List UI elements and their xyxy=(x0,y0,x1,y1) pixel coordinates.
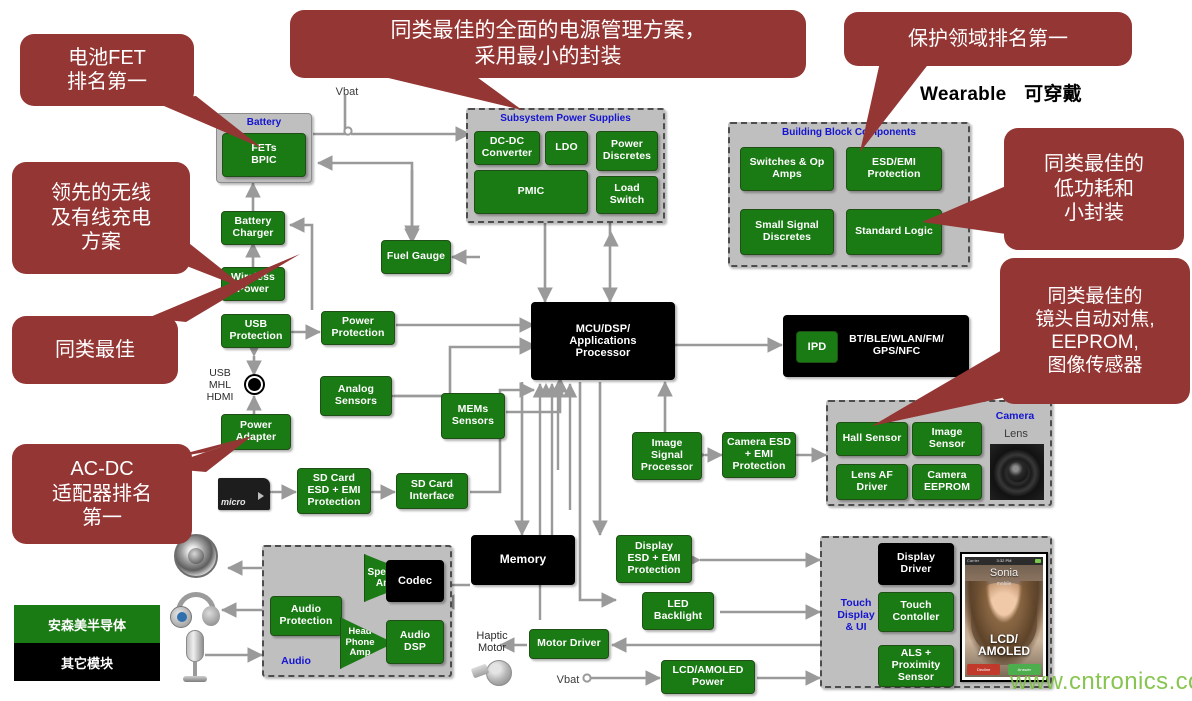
callout-power-management: 同类最佳的全面的电源管理方案， 采用最小的封装 xyxy=(290,10,806,78)
callout-camera: 同类最佳的 镜头自动对焦, EEPROM, 图像传感器 xyxy=(1000,258,1190,404)
header-title-zh: 可穿戴 xyxy=(1024,84,1083,105)
watermark: www.cntronics.com xyxy=(1010,668,1192,695)
callout-best-in-class: 同类最佳 xyxy=(12,316,178,384)
callout-charging: 领先的无线 及有线充电 方案 xyxy=(12,162,190,274)
diagram-canvas: Battery FETs BPIC Battery Charger Wirele… xyxy=(0,0,1192,701)
header-title: Wearable 可穿戴 xyxy=(920,79,1082,106)
header-title-en: Wearable xyxy=(920,84,1007,105)
callout-ac-dc: AC-DC 适配器排名 第一 xyxy=(12,444,192,544)
callout-low-power: 同类最佳的 低功耗和 小封装 xyxy=(1004,128,1184,250)
callout-battery-fet: 电池FET 排名第一 xyxy=(20,34,194,106)
callout-protection: 保护领域排名第一 xyxy=(844,12,1132,66)
